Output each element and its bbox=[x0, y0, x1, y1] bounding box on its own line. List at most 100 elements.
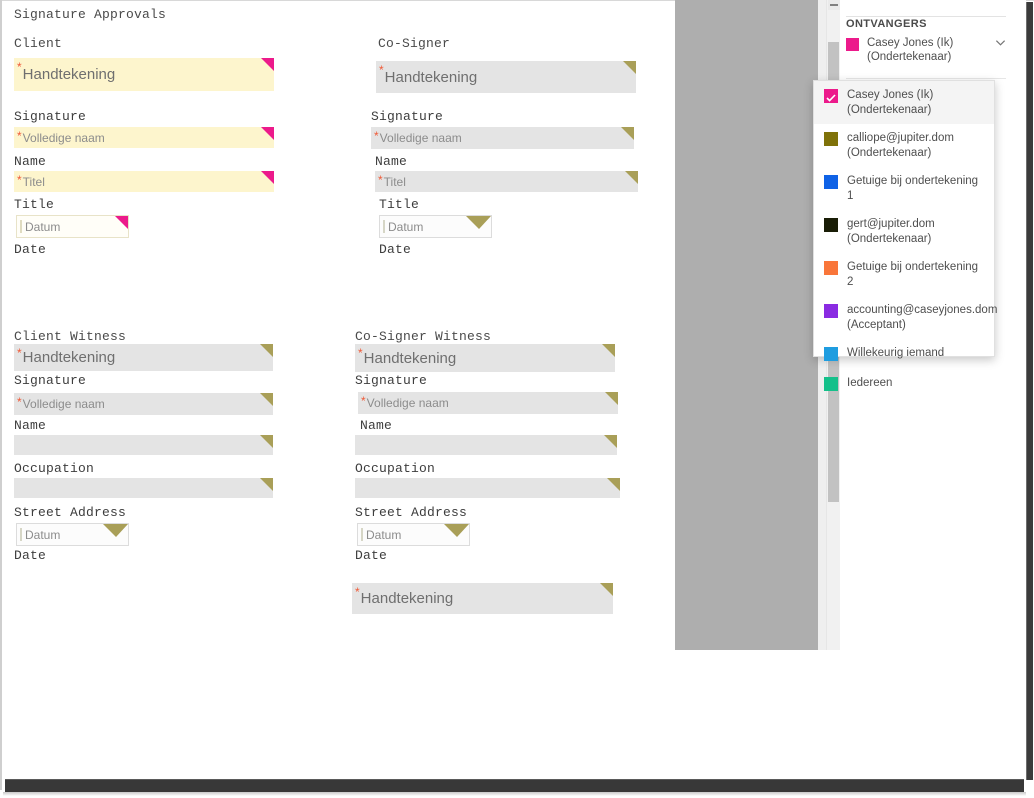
dropdown-item-7[interactable]: Iedereen bbox=[814, 369, 994, 399]
dropdown-item-2[interactable]: Getuige bij ondertekening 1 bbox=[814, 167, 994, 210]
field-placeholder: Datum bbox=[388, 219, 424, 234]
dropdown-item-name: Getuige bij ondertekening 2 bbox=[847, 261, 979, 288]
field-cosigner-witness-occupation[interactable] bbox=[355, 435, 617, 455]
field-corner-marker bbox=[260, 435, 273, 448]
field-corner-marker bbox=[466, 216, 491, 229]
required-asterisk: * bbox=[17, 395, 22, 409]
window-bottom-shadow bbox=[3, 792, 1026, 796]
field-cosigner-witness-street[interactable] bbox=[355, 478, 620, 498]
dropdown-item-3[interactable]: gert@jupiter.dom (Ondertekenaar) bbox=[814, 210, 994, 253]
field-label-client-witness-date: Date bbox=[14, 548, 47, 563]
field-edge-tick bbox=[20, 528, 22, 541]
dropdown-item-1[interactable]: calliope@jupiter.dom (Ondertekenaar) bbox=[814, 124, 994, 167]
field-client-witness-name[interactable]: * Volledige naam bbox=[14, 393, 273, 415]
field-cosigner-name[interactable]: * Volledige naam bbox=[371, 127, 634, 149]
field-label-client-witness-signature: Signature bbox=[14, 373, 87, 388]
dropdown-item-name: accounting@caseyjones.dom bbox=[847, 304, 998, 316]
field-client-title[interactable]: * Titel bbox=[14, 171, 274, 192]
recipient-selector[interactable]: Casey Jones (Ik) (Ondertekenaar) bbox=[846, 36, 1018, 64]
field-label-client-witness-street: Street Address bbox=[14, 505, 127, 520]
field-cosigner-witness-signature[interactable]: * Handtekening bbox=[355, 344, 615, 372]
required-asterisk: * bbox=[17, 173, 22, 187]
recipients-underline bbox=[846, 78, 1006, 79]
field-corner-marker bbox=[602, 344, 615, 357]
field-cosigner-witness-date[interactable]: Datum bbox=[357, 523, 470, 546]
field-label-cosigner-witness-signature: Signature bbox=[355, 373, 428, 388]
field-client-name[interactable]: * Volledige naam bbox=[14, 127, 274, 148]
required-asterisk: * bbox=[374, 129, 379, 143]
dropdown-item-0[interactable]: Casey Jones (Ik) (Ondertekenaar) bbox=[814, 81, 994, 124]
document-canvas: Signature Approvals Client * Handtekenin… bbox=[0, 0, 676, 700]
field-placeholder: Volledige naam bbox=[22, 397, 105, 411]
field-corner-marker bbox=[625, 171, 638, 184]
field-cosigner-signature[interactable]: * Handtekening bbox=[376, 61, 636, 93]
chevron-down-icon[interactable] bbox=[995, 37, 1006, 48]
section-heading-client-witness: Client Witness bbox=[14, 329, 127, 344]
field-edge-tick bbox=[383, 220, 385, 233]
field-edge-tick bbox=[20, 220, 22, 233]
dropdown-item-4[interactable]: Getuige bij ondertekening 2 bbox=[814, 253, 994, 296]
minimize-icon bbox=[830, 4, 838, 6]
field-corner-marker bbox=[623, 61, 636, 74]
field-label-client-title: Title bbox=[14, 197, 55, 212]
required-asterisk: * bbox=[361, 394, 366, 408]
required-asterisk: * bbox=[355, 585, 360, 599]
field-client-witness-occupation[interactable] bbox=[14, 435, 273, 455]
dropdown-item-role: (Ondertekenaar) bbox=[847, 146, 932, 159]
window-vertical-scrollbar[interactable] bbox=[1026, 2, 1033, 780]
dropdown-item-name: Iedereen bbox=[847, 377, 893, 389]
dropdown-item-label: accounting@caseyjones.dom (Acceptant) bbox=[847, 303, 997, 332]
swatch-icon bbox=[824, 89, 838, 103]
field-client-witness-date[interactable]: Datum bbox=[16, 523, 129, 546]
field-label-cosigner-date: Date bbox=[379, 242, 412, 257]
field-corner-marker bbox=[103, 524, 128, 537]
recipients-header-block: ONTVANGERS Casey Jones (Ik) (Ondertekena… bbox=[846, 18, 1018, 64]
field-client-witness-signature[interactable]: * Handtekening bbox=[14, 344, 273, 371]
field-placeholder: Titel bbox=[383, 174, 406, 189]
field-placeholder: Handtekening bbox=[360, 590, 454, 607]
field-placeholder: Handtekening bbox=[384, 68, 478, 86]
field-cosigner-title[interactable]: * Titel bbox=[375, 171, 638, 192]
recipient-dropdown-menu[interactable]: Casey Jones (Ik) (Ondertekenaar) calliop… bbox=[813, 80, 997, 391]
field-placeholder: Volledige naam bbox=[379, 131, 462, 145]
field-placeholder: Volledige naam bbox=[22, 130, 105, 145]
field-client-witness-street[interactable] bbox=[14, 478, 273, 498]
recipients-header-label: ONTVANGERS bbox=[846, 18, 927, 30]
field-corner-marker bbox=[261, 171, 274, 184]
field-corner-marker bbox=[600, 583, 613, 596]
section-heading-co-signer: Co-Signer bbox=[378, 36, 451, 51]
field-label-client-signature: Signature bbox=[14, 109, 87, 124]
panel-divider bbox=[846, 16, 1006, 17]
section-heading-cosigner-witness: Co-Signer Witness bbox=[355, 329, 492, 344]
field-cosigner-witness-name[interactable]: * Volledige naam bbox=[358, 392, 618, 414]
dropdown-item-name: gert@jupiter.dom bbox=[847, 218, 935, 230]
field-corner-marker bbox=[260, 393, 273, 406]
field-placeholder: Titel bbox=[22, 174, 45, 189]
dropdown-item-5[interactable]: accounting@caseyjones.dom (Acceptant) bbox=[814, 296, 997, 339]
dropdown-item-label: Iedereen bbox=[847, 376, 892, 391]
field-placeholder: Volledige naam bbox=[366, 396, 449, 410]
swatch-icon bbox=[824, 347, 838, 361]
required-asterisk: * bbox=[17, 60, 22, 74]
dropdown-item-label: Casey Jones (Ik) (Ondertekenaar) bbox=[847, 88, 933, 117]
field-corner-marker bbox=[261, 127, 274, 140]
dropdown-item-label: calliope@jupiter.dom (Ondertekenaar) bbox=[847, 131, 954, 160]
field-corner-marker bbox=[115, 216, 128, 229]
dropdown-item-label: Getuige bij ondertekening 2 bbox=[847, 260, 984, 289]
swatch-icon bbox=[824, 175, 838, 189]
field-placeholder: Datum bbox=[366, 527, 402, 542]
dropdown-item-6[interactable]: Willekeurig iemand bbox=[814, 339, 994, 369]
dropdown-item-name: calliope@jupiter.dom bbox=[847, 132, 954, 144]
field-cosigner-date[interactable]: Datum bbox=[379, 215, 492, 238]
field-client-date[interactable]: Datum bbox=[16, 215, 129, 238]
dropdown-item-label: gert@jupiter.dom (Ondertekenaar) bbox=[847, 217, 935, 246]
field-corner-marker bbox=[607, 478, 620, 491]
field-corner-marker bbox=[621, 127, 634, 140]
field-client-signature[interactable]: * Handtekening bbox=[14, 58, 274, 91]
app-root: Signature Approvals Client * Handtekenin… bbox=[0, 0, 1034, 798]
field-extra-signature[interactable]: * Handtekening bbox=[352, 583, 613, 614]
dropdown-item-label: Getuige bij ondertekening 1 bbox=[847, 174, 984, 203]
window-horizontal-scrollbar[interactable] bbox=[5, 779, 1024, 792]
field-placeholder: Handtekening bbox=[363, 349, 457, 367]
swatch-icon bbox=[824, 218, 838, 232]
